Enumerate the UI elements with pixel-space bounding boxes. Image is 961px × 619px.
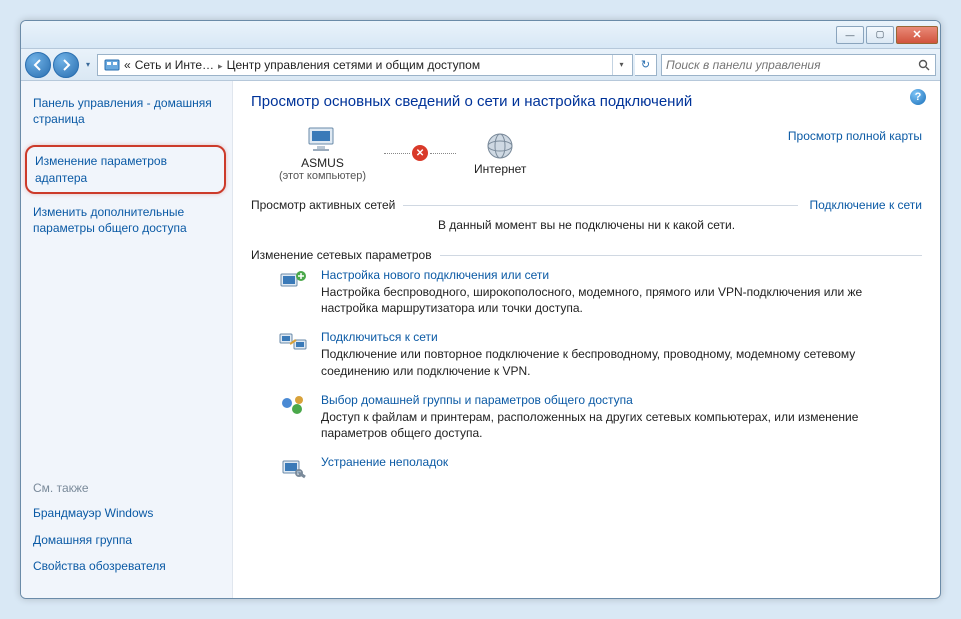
item-connect-desc: Подключение или повторное подключение к …	[321, 346, 922, 378]
sidebar-firewall[interactable]: Брандмауэр Windows	[33, 505, 220, 521]
section-active-title: Просмотр активных сетей	[251, 198, 395, 212]
item-troubleshoot[interactable]: Устранение неполадок	[279, 455, 922, 483]
breadcrumb-seg1[interactable]: Сеть и Инте…	[135, 58, 214, 72]
homegroup-icon	[279, 393, 309, 421]
item-setup-link[interactable]: Настройка нового подключения или сети	[321, 268, 922, 282]
section-change-settings: Изменение сетевых параметров Настройка н…	[251, 248, 922, 483]
page-heading: Просмотр основных сведений о сети и наст…	[251, 93, 922, 110]
item-troubleshoot-link[interactable]: Устранение неполадок	[321, 455, 448, 469]
address-bar: ▾ « Сеть и Инте… Центр управления сетями…	[21, 49, 940, 81]
refresh-button[interactable]: ↻	[635, 54, 657, 76]
control-panel-window: — ▢ ✕ ▾ « Сеть и Инте… Центр управления …	[20, 20, 941, 599]
back-button[interactable]	[25, 52, 51, 78]
search-box[interactable]	[661, 54, 936, 76]
history-dropdown[interactable]: ▾	[81, 54, 95, 76]
see-also-heading: См. также	[33, 481, 220, 495]
search-icon[interactable]	[913, 55, 935, 75]
control-panel-icon	[104, 57, 120, 73]
close-button[interactable]: ✕	[896, 26, 938, 44]
item-connect-link[interactable]: Подключиться к сети	[321, 330, 922, 344]
sidebar-home-link[interactable]: Панель управления - домашняя страница	[33, 95, 220, 127]
breadcrumb[interactable]: « Сеть и Инте… Центр управления сетями и…	[97, 54, 633, 76]
breadcrumb-prefix: «	[124, 58, 131, 72]
item-homegroup-link[interactable]: Выбор домашней группы и параметров общег…	[321, 393, 922, 407]
node-internet[interactable]: Интернет	[474, 130, 526, 176]
sidebar-adapter-settings[interactable]: Изменение параметров адаптера	[25, 145, 226, 193]
sidebar-internet-options[interactable]: Свойства обозревателя	[33, 558, 220, 574]
titlebar: — ▢ ✕	[21, 21, 940, 49]
node-internet-label: Интернет	[474, 162, 526, 176]
connect-network-icon	[279, 330, 309, 358]
forward-button[interactable]	[53, 52, 79, 78]
computer-icon	[303, 124, 343, 156]
item-homegroup[interactable]: Выбор домашней группы и параметров общег…	[279, 393, 922, 441]
item-homegroup-desc: Доступ к файлам и принтерам, расположенн…	[321, 409, 922, 441]
content-area: ? Просмотр основных сведений о сети и на…	[233, 81, 940, 598]
search-input[interactable]	[662, 58, 913, 72]
window-body: Панель управления - домашняя страница Из…	[21, 81, 940, 598]
sidebar: Панель управления - домашняя страница Из…	[21, 81, 233, 598]
connection-broken: ✕	[384, 145, 456, 161]
help-icon[interactable]: ?	[910, 89, 926, 105]
full-map-link[interactable]: Просмотр полной карты	[788, 129, 922, 143]
section-change-title: Изменение сетевых параметров	[251, 248, 432, 262]
node-pc-sublabel: (этот компьютер)	[279, 170, 366, 182]
item-setup-desc: Настройка беспроводного, широкополосного…	[321, 284, 922, 316]
breadcrumb-dropdown[interactable]: ▾	[612, 55, 630, 75]
globe-icon	[480, 130, 520, 162]
maximize-button[interactable]: ▢	[866, 26, 894, 44]
item-setup-connection[interactable]: Настройка нового подключения или сети На…	[279, 268, 922, 316]
sidebar-sharing-settings[interactable]: Изменить дополнительные параметры общего…	[33, 204, 220, 236]
breadcrumb-separator	[214, 58, 227, 72]
breadcrumb-seg2[interactable]: Центр управления сетями и общим доступом	[227, 58, 481, 72]
section-active-networks: Просмотр активных сетей Подключение к се…	[251, 198, 922, 232]
item-connect-network[interactable]: Подключиться к сети Подключение или повт…	[279, 330, 922, 378]
sidebar-homegroup[interactable]: Домашняя группа	[33, 532, 220, 548]
node-this-pc[interactable]: ASMUS (этот компьютер)	[279, 124, 366, 182]
node-pc-label: ASMUS	[301, 156, 344, 170]
connection-error-icon: ✕	[412, 145, 428, 161]
no-network-message: В данный момент вы не подключены ни к ка…	[438, 218, 735, 232]
troubleshoot-icon	[279, 455, 309, 483]
connect-to-network-link[interactable]: Подключение к сети	[810, 198, 922, 212]
setup-connection-icon	[279, 268, 309, 296]
minimize-button[interactable]: —	[836, 26, 864, 44]
